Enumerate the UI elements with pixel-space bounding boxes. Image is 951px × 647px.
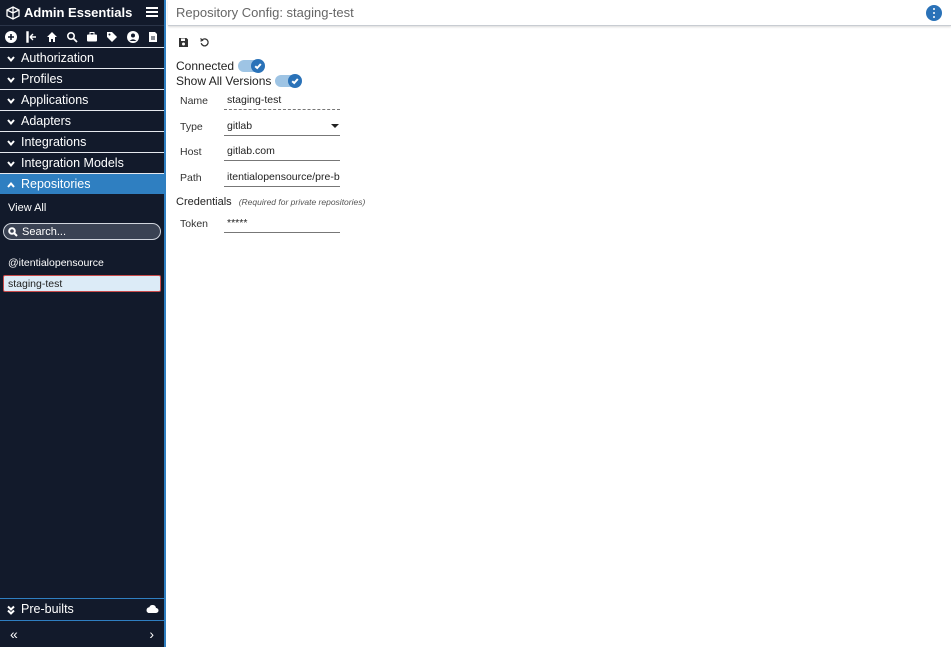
repo-group-label: @itentialopensource [8,257,104,269]
expand-button[interactable]: › [149,626,154,642]
prebuilts-label: Pre-builts [21,602,74,616]
nav-authorization[interactable]: Authorization [0,47,164,68]
nav-label: Profiles [21,72,63,86]
credentials-label: Credentials [176,196,232,208]
show-all-versions-label: Show All Versions [176,74,272,88]
sidebar: Admin Essentials Authorization Profiles [0,0,166,647]
page-title: Repository Config: staging-test [176,5,354,20]
name-label: Name [180,95,209,107]
tag-icon[interactable] [105,30,119,44]
repository-config-form: Connected Show All Versions Name staging… [168,27,951,647]
nav-list: Authorization Profiles Applications Adap… [0,47,164,194]
nav-label: Integration Models [21,156,124,170]
chevron-down-icon [6,158,16,168]
user-icon[interactable] [126,30,140,44]
nav-label: Applications [21,93,89,107]
add-icon[interactable] [4,30,18,44]
check-icon [288,74,303,88]
type-value: gitlab [227,120,253,132]
briefcase-icon[interactable] [85,30,99,44]
import-icon[interactable] [24,30,38,44]
check-icon [251,59,266,73]
sidebar-toolbar [0,25,164,47]
chevron-up-icon [6,179,16,189]
connected-label: Connected [176,59,235,73]
nav-integration-models[interactable]: Integration Models [0,152,164,173]
app-title: Admin Essentials [24,5,133,20]
brand: Admin Essentials [0,0,164,25]
show-all-versions-row: Show All Versions [176,74,303,88]
search-placeholder: Search... [22,225,67,238]
page-header: Repository Config: staging-test [168,0,951,26]
type-label: Type [180,121,203,133]
prebuilts-section[interactable]: Pre-builts [0,598,164,619]
name-field: Name staging-test [180,94,340,110]
token-field: Token ***** [180,217,340,233]
path-input[interactable]: itentialopensource/pre-bu [224,171,340,187]
nav-label: Repositories [21,177,91,191]
path-label: Path [180,172,202,184]
dropdown-caret-icon [331,124,339,128]
host-field: Host gitlab.com [180,145,340,161]
chevron-down-icon [6,74,16,84]
chevron-down-icon [6,53,16,63]
save-icon[interactable] [178,35,189,53]
search-icon[interactable] [65,30,79,44]
nav-label: Authorization [21,51,94,65]
type-select[interactable]: gitlab [224,120,340,136]
credentials-hint: (Required for private repositories) [238,197,366,207]
chevron-down-icon [6,137,16,147]
nav-label: Adapters [21,114,72,128]
sidebar-search-input[interactable]: Search... [3,223,161,240]
show-all-versions-toggle[interactable] [275,74,303,88]
token-input[interactable]: ***** [224,217,340,233]
nav-adapters[interactable]: Adapters [0,110,164,131]
double-chevron-down-icon [6,604,16,615]
nav-applications[interactable]: Applications [0,89,164,110]
repo-item-selected[interactable]: staging-test [3,275,161,292]
form-actions [178,35,210,53]
menu-icon[interactable] [146,7,158,17]
connected-toggle[interactable] [238,59,266,73]
chevron-down-icon [6,95,16,105]
nav-label: Integrations [21,135,87,149]
type-field: Type gitlab [180,120,340,136]
sidebar-footer: « › [0,620,164,647]
collapse-sidebar-button[interactable]: « [10,626,18,642]
document-icon[interactable] [146,30,160,44]
name-input[interactable]: staging-test [224,94,340,110]
nav-profiles[interactable]: Profiles [0,68,164,89]
revert-icon[interactable] [199,35,210,53]
host-label: Host [180,146,202,158]
credentials-section: Credentials (Required for private reposi… [176,196,365,208]
home-icon[interactable] [45,30,59,44]
search-icon [8,226,18,237]
cloud-icon[interactable] [145,603,159,615]
app-logo-icon [6,5,20,20]
nav-integrations[interactable]: Integrations [0,131,164,152]
host-input[interactable]: gitlab.com [224,145,340,161]
nav-repositories[interactable]: Repositories [0,173,164,194]
more-options-icon[interactable] [926,5,942,21]
token-label: Token [180,218,209,230]
path-field: Path itentialopensource/pre-bu [180,171,340,187]
chevron-down-icon [6,116,16,126]
view-all-link[interactable]: View All [0,194,164,220]
connected-row: Connected [176,59,266,73]
